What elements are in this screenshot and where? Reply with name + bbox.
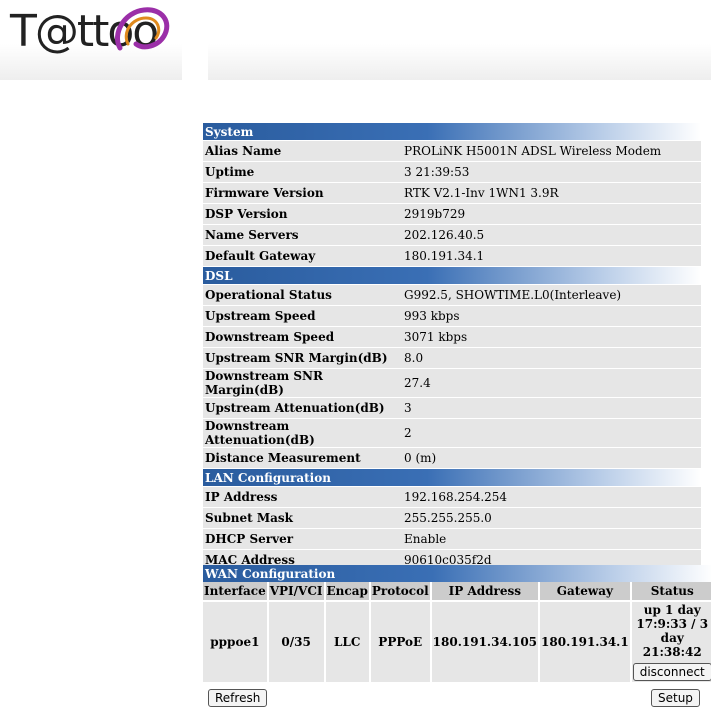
dsl-row: Downstream SNR Margin(dB) 27.4: [203, 368, 701, 398]
lan-row-value: Enable: [402, 528, 701, 550]
dsl-row-label: Upstream SNR Margin(dB): [203, 347, 402, 369]
dsl-row-value: 993 kbps: [402, 305, 701, 327]
lan-row: IP Address 192.168.254.254: [203, 486, 701, 508]
lan-row-value: 255.255.255.0: [402, 507, 701, 529]
system-row: Uptime 3 21:39:53: [203, 161, 701, 183]
system-row: Name Servers 202.126.40.5: [203, 224, 701, 246]
dsl-row: Operational Status G992.5, SHOWTIME.L0(In…: [203, 284, 701, 306]
system-row-value: 180.191.34.1: [402, 245, 701, 267]
wan-header-status: Status: [630, 582, 711, 601]
dsl-row-label: Operational Status: [203, 284, 402, 306]
dsl-row-value: 27.4: [402, 368, 701, 398]
system-row-value: RTK V2.1-Inv 1WN1 3.9R: [402, 182, 701, 204]
wan-header-ip: IP Address: [430, 582, 541, 601]
dsl-row: Upstream Speed 993 kbps: [203, 305, 701, 327]
logo-area: T@ttoo: [0, 0, 182, 80]
system-row-label: DSP Version: [203, 203, 402, 225]
system-row-label: Name Servers: [203, 224, 402, 246]
lan-row-label: Subnet Mask: [203, 507, 402, 529]
wan-ip: 180.191.34.105: [430, 600, 541, 682]
lan-row-label: IP Address: [203, 486, 402, 508]
dsl-row-value: 0 (m): [402, 447, 701, 469]
dsl-row-value: G992.5, SHOWTIME.L0(Interleave): [402, 284, 701, 306]
system-row-label: Alias Name: [203, 140, 402, 162]
wan-vpi-vci: 0/35: [267, 600, 326, 682]
logo-swirl-icon: [115, 7, 170, 51]
wan-status-line2: 17:9:33 / 3 day: [636, 617, 709, 645]
system-row-value: 2919b729: [402, 203, 701, 225]
wan-protocol: PPPoE: [369, 600, 432, 682]
status-table: System Alias Name PROLiNK H5001N ADSL Wire…: [203, 123, 701, 571]
dsl-row-label: Distance Measurement: [203, 447, 402, 469]
wan-status-line1: up 1 day: [643, 603, 701, 617]
wan-status-line3: 21:38:42: [642, 645, 702, 659]
wan-header-interface: Interface: [203, 582, 269, 601]
system-row: Firmware Version RTK V2.1-Inv 1WN1 3.9R: [203, 182, 701, 204]
system-row-label: Uptime: [203, 161, 402, 183]
dsl-row-value: 2: [402, 418, 701, 448]
dsl-row: Upstream Attenuation(dB) 3: [203, 397, 701, 419]
wan-header-gateway: Gateway: [539, 582, 632, 601]
dsl-row-value: 8.0: [402, 347, 701, 369]
lan-section-title: LAN Configuration: [203, 468, 701, 487]
dsl-row: Downstream Speed 3071 kbps: [203, 326, 701, 348]
wan-table: WAN Configuration Interface VPI/VCI Enca…: [203, 565, 711, 682]
wan-section-title: WAN Configuration: [203, 565, 711, 582]
dsl-row: Distance Measurement 0 (m): [203, 447, 701, 469]
dsl-row-value: 3: [402, 397, 701, 419]
wan-gateway: 180.191.34.1: [539, 600, 632, 682]
system-section-title: System: [203, 123, 701, 141]
wan-interface: pppoe1: [203, 600, 269, 682]
dsl-row-value: 3071 kbps: [402, 326, 701, 348]
dsl-row: Downstream Attenuation(dB) 2: [203, 418, 701, 448]
wan-header-encap: Encap: [324, 582, 371, 601]
dsl-row-label: Downstream Speed: [203, 326, 402, 348]
lan-row-value: 192.168.254.254: [402, 486, 701, 508]
refresh-button[interactable]: Refresh: [208, 689, 268, 707]
lan-row: DHCP Server Enable: [203, 528, 701, 550]
system-row-value: 202.126.40.5: [402, 224, 701, 246]
dsl-section-title: DSL: [203, 266, 701, 285]
dsl-row-label: Upstream Speed: [203, 305, 402, 327]
wan-encap: LLC: [324, 600, 371, 682]
system-row: Alias Name PROLiNK H5001N ADSL Wireless M…: [203, 140, 701, 162]
dsl-row: Upstream SNR Margin(dB) 8.0: [203, 347, 701, 369]
lan-row: Subnet Mask 255.255.255.0: [203, 507, 701, 529]
system-row-value: PROLiNK H5001N ADSL Wireless Modem: [402, 140, 701, 162]
wan-header-vpi-vci: VPI/VCI: [267, 582, 326, 601]
dsl-row-label: Downstream SNR Margin(dB): [203, 368, 402, 398]
system-row-label: Firmware Version: [203, 182, 402, 204]
setup-button[interactable]: Setup: [651, 689, 700, 707]
header-bar: [208, 0, 711, 80]
system-row: DSP Version 2919b729: [203, 203, 701, 225]
system-row: Default Gateway 180.191.34.1: [203, 245, 701, 267]
wan-status-cell: up 1 day 17:9:33 / 3 day 21:38:42 discon…: [630, 600, 711, 682]
wan-row: pppoe1 0/35 LLC PPPoE 180.191.34.105 180…: [203, 600, 711, 682]
disconnect-button[interactable]: disconnect: [632, 663, 711, 681]
system-row-value: 3 21:39:53: [402, 161, 701, 183]
system-row-label: Default Gateway: [203, 245, 402, 267]
wan-header-protocol: Protocol: [369, 582, 432, 601]
dsl-row-label: Downstream Attenuation(dB): [203, 418, 402, 448]
lan-row-label: DHCP Server: [203, 528, 402, 550]
dsl-row-label: Upstream Attenuation(dB): [203, 397, 402, 419]
